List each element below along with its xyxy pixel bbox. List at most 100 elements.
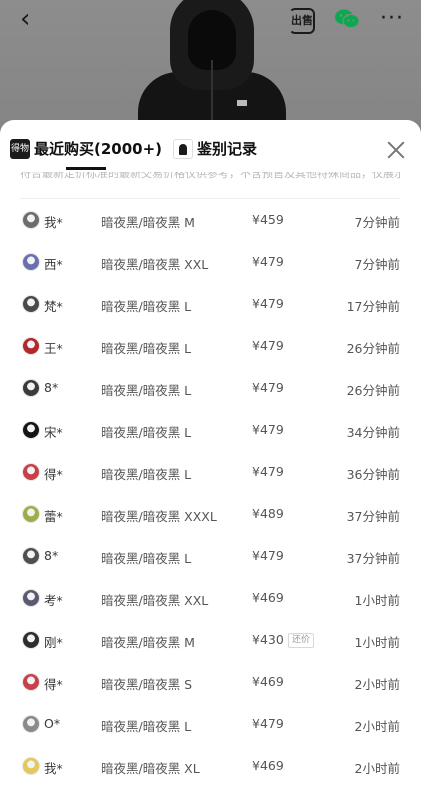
- buyer-name: 得*: [44, 677, 63, 692]
- buyer-name: 考*: [44, 593, 63, 608]
- product-spec: 暗夜黑/暗夜黑 L: [101, 299, 192, 314]
- purchase-row: 西* 暗夜黑/暗夜黑 XXL ¥479 7分钟前: [0, 242, 421, 284]
- buyer-name: 我*: [44, 761, 63, 776]
- avatar: [22, 757, 40, 775]
- purchase-time: 2小时前: [354, 761, 400, 776]
- price: ¥469: [252, 590, 284, 605]
- product-header: ‹ 出售 ···: [0, 0, 421, 140]
- price: ¥489: [252, 506, 284, 521]
- purchase-row: 我* 暗夜黑/暗夜黑 XL ¥469 2小时前: [0, 746, 421, 788]
- counter-offer-badge: 还价: [288, 633, 315, 648]
- purchase-row: 宋* 暗夜黑/暗夜黑 L ¥479 34分钟前: [0, 410, 421, 452]
- purchase-time: 34分钟前: [346, 425, 400, 440]
- purchase-time: 2小时前: [354, 677, 400, 692]
- purchase-row: 蕾* 暗夜黑/暗夜黑 XXXL ¥489 37分钟前: [0, 494, 421, 536]
- purchase-time: 36分钟前: [346, 467, 400, 482]
- product-spec: 暗夜黑/暗夜黑 XXL: [101, 257, 209, 272]
- price: ¥479: [252, 296, 284, 311]
- purchase-row: 得* 暗夜黑/暗夜黑 L ¥479 36分钟前: [0, 452, 421, 494]
- product-spec: 暗夜黑/暗夜黑 L: [101, 425, 192, 440]
- price: ¥459: [252, 212, 284, 227]
- price: ¥479: [252, 464, 284, 479]
- product-spec: 暗夜黑/暗夜黑 L: [101, 551, 192, 566]
- price: ¥479: [252, 254, 284, 269]
- avatar: [22, 211, 40, 229]
- close-icon[interactable]: [386, 140, 406, 160]
- purchase-time: 1小时前: [354, 635, 400, 650]
- purchase-row: 8* 暗夜黑/暗夜黑 L ¥479 26分钟前: [0, 368, 421, 410]
- avatar: [22, 547, 40, 565]
- wechat-icon[interactable]: [334, 8, 360, 30]
- price: ¥479: [252, 338, 284, 353]
- avatar: [22, 505, 40, 523]
- price: ¥479: [252, 380, 284, 395]
- recent-purchases-sheet: 得物 最近购买(2000+) 鉴别记录 符合最新定价标准的最新交易价格仅供参考，…: [0, 120, 421, 800]
- product-spec: 暗夜黑/暗夜黑 L: [101, 467, 192, 482]
- dewu-logo-icon: 得物: [10, 138, 30, 159]
- sell-icon[interactable]: 出售: [289, 8, 315, 34]
- price: ¥469: [252, 758, 284, 773]
- more-icon[interactable]: ···: [380, 6, 404, 31]
- buyer-name: 刚*: [44, 635, 63, 650]
- avatar: [22, 421, 40, 439]
- purchase-time: 2小时前: [354, 719, 400, 734]
- purchase-row: 我* 暗夜黑/暗夜黑 M ¥459 7分钟前: [0, 200, 421, 242]
- price: ¥479: [252, 548, 284, 563]
- buyer-name: 8*: [44, 380, 59, 395]
- jacket-logo: [237, 100, 247, 106]
- price: ¥469: [252, 674, 284, 689]
- avatar: [22, 253, 40, 271]
- wechat-icon-svg: [335, 9, 360, 28]
- sheet-tabs: 得物 最近购买(2000+) 鉴别记录: [0, 120, 421, 172]
- product-spec: 暗夜黑/暗夜黑 L: [101, 383, 192, 398]
- avatar: [22, 337, 40, 355]
- notice-text: 符合最新定价标准的最新交易价格仅供参考，不含预售及其他特殊商品，仅展示部分记录: [20, 172, 400, 186]
- avatar: [22, 715, 40, 733]
- buyer-name: 8*: [44, 548, 59, 563]
- tab-authentication-records-label: 鉴别记录: [197, 140, 258, 158]
- buyer-name: 得*: [44, 467, 63, 482]
- buyer-name: O*: [44, 716, 61, 731]
- avatar: [22, 673, 40, 691]
- divider: [20, 198, 400, 199]
- buyer-name: 我*: [44, 215, 63, 230]
- purchase-row: 8* 暗夜黑/暗夜黑 L ¥479 37分钟前: [0, 536, 421, 578]
- product-spec: 暗夜黑/暗夜黑 XL: [101, 761, 200, 776]
- sell-label: 出售: [291, 14, 313, 27]
- price: ¥479: [252, 716, 284, 731]
- notice-text-content: 符合最新定价标准的最新交易价格仅供参考，不含预售及其他特殊商品，仅展示部分记录: [20, 172, 400, 180]
- purchase-row: 得* 暗夜黑/暗夜黑 S ¥469 2小时前: [0, 662, 421, 704]
- buyer-name: 梵*: [44, 299, 63, 314]
- purchase-time: 26分钟前: [346, 341, 400, 356]
- purchase-time: 26分钟前: [346, 383, 400, 398]
- tab-recent-purchases[interactable]: 得物 最近购买(2000+): [10, 138, 162, 159]
- price: ¥479: [252, 422, 284, 437]
- avatar: [22, 295, 40, 313]
- product-spec: 暗夜黑/暗夜黑 S: [101, 677, 193, 692]
- purchase-row: 刚* 暗夜黑/暗夜黑 M ¥430 1小时前 还价: [0, 620, 421, 662]
- purchase-time: 7分钟前: [354, 257, 400, 272]
- purchase-time: 37分钟前: [346, 509, 400, 524]
- product-spec: 暗夜黑/暗夜黑 L: [101, 719, 192, 734]
- back-icon[interactable]: ‹: [20, 6, 44, 32]
- purchase-row: 梵* 暗夜黑/暗夜黑 L ¥479 17分钟前: [0, 284, 421, 326]
- purchase-time: 37分钟前: [346, 551, 400, 566]
- product-spec: 暗夜黑/暗夜黑 XXXL: [101, 509, 217, 524]
- active-tab-indicator: [66, 167, 106, 170]
- purchase-time: 1小时前: [354, 593, 400, 608]
- avatar: [22, 589, 40, 607]
- purchase-time: 7分钟前: [354, 215, 400, 230]
- product-spec: 暗夜黑/暗夜黑 L: [101, 341, 192, 356]
- tab-authentication-records[interactable]: 鉴别记录: [173, 138, 257, 159]
- avatar: [22, 463, 40, 481]
- product-spec: 暗夜黑/暗夜黑 M: [101, 635, 195, 650]
- purchase-time: 17分钟前: [346, 299, 400, 314]
- purchase-row: 考* 暗夜黑/暗夜黑 XXL ¥469 1小时前: [0, 578, 421, 620]
- buyer-name: 王*: [44, 341, 63, 356]
- purchase-row: 王* 暗夜黑/暗夜黑 L ¥479 26分钟前: [0, 326, 421, 368]
- buyer-name: 西*: [44, 257, 63, 272]
- purchase-list: 我* 暗夜黑/暗夜黑 M ¥459 7分钟前 西* 暗夜黑/暗夜黑 XXL ¥4…: [0, 200, 421, 788]
- avatar: [22, 631, 40, 649]
- product-spec: 暗夜黑/暗夜黑 XXL: [101, 593, 209, 608]
- avatar: [22, 379, 40, 397]
